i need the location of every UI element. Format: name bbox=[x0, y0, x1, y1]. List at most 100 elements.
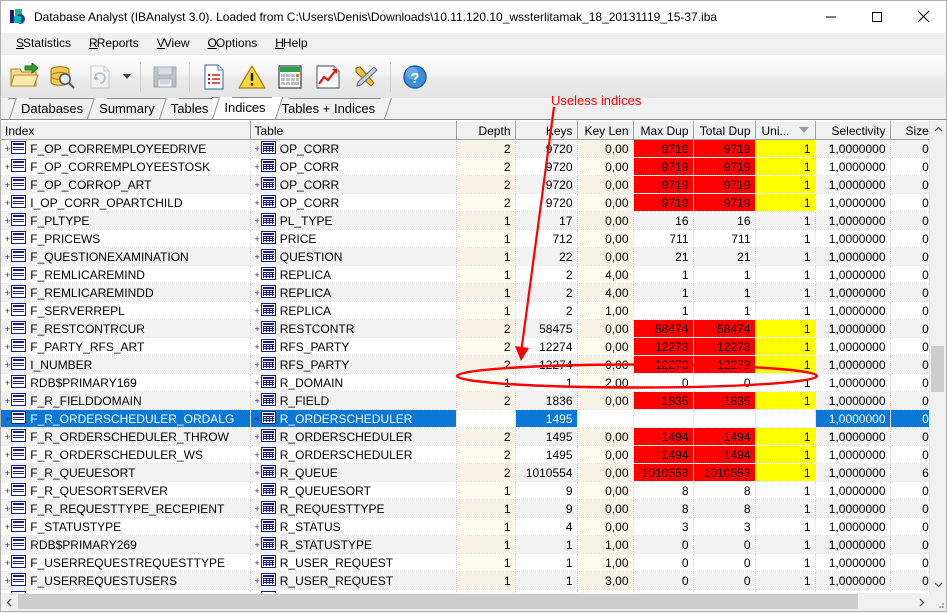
table-row[interactable]: + RDB$PRIMARY269 + R_STATUSTYPE 1 1 1,00 0 0 1 1,0… bbox=[1, 535, 929, 554]
database-search-icon[interactable] bbox=[43, 57, 81, 97]
table-row[interactable]: + F_OP_CORROP_ART + OP_CORR 2 9720 0,00 9719 971… bbox=[1, 175, 929, 194]
table-row[interactable]: + F_R_ORDERSCHEDULER_ORDALG + R_ORDERSCHEDU… bbox=[1, 409, 929, 428]
expand-icon[interactable]: + bbox=[255, 379, 260, 388]
tab-tables-indices[interactable]: Tables + Indices bbox=[269, 98, 385, 119]
tab-summary[interactable]: Summary bbox=[87, 98, 164, 119]
expand-icon[interactable]: + bbox=[255, 235, 260, 244]
col-header-maxdup[interactable]: Max Dup bbox=[633, 121, 694, 140]
expand-icon[interactable]: + bbox=[255, 397, 260, 406]
expand-icon[interactable]: + bbox=[5, 433, 10, 442]
expand-icon[interactable]: + bbox=[5, 325, 10, 334]
menu-options[interactable]: OOptions bbox=[199, 34, 267, 53]
tab-tables[interactable]: Tables bbox=[158, 98, 218, 119]
maximize-button[interactable] bbox=[854, 1, 900, 32]
expand-icon[interactable]: + bbox=[5, 397, 10, 406]
expand-icon[interactable]: + bbox=[255, 451, 260, 460]
expand-icon[interactable]: + bbox=[255, 505, 260, 514]
expand-icon[interactable]: + bbox=[255, 577, 260, 586]
resize-grip[interactable] bbox=[930, 593, 946, 611]
expand-icon[interactable]: + bbox=[5, 523, 10, 532]
horizontal-scrollbar[interactable] bbox=[1, 593, 946, 611]
vertical-scroll-thumb[interactable] bbox=[931, 346, 944, 392]
expand-icon[interactable]: + bbox=[5, 145, 10, 154]
table-row[interactable]: + F_R_QUESORTSERVER + R_QUEUESORT 1 9 0,00 8 8 1 1… bbox=[1, 481, 929, 500]
scroll-left-button[interactable] bbox=[1, 593, 18, 611]
expand-icon[interactable]: + bbox=[5, 199, 10, 208]
col-header-index[interactable]: Index bbox=[1, 121, 251, 140]
expand-icon[interactable]: + bbox=[255, 343, 260, 352]
grid-viewport[interactable]: Index Table Depth Keys Key Len Max Dup T… bbox=[1, 121, 929, 593]
table-row[interactable]: + F_R_ORDERSCHEDULER_THROW + R_ORDERSCHEDUL… bbox=[1, 427, 929, 446]
expand-icon[interactable]: + bbox=[5, 235, 10, 244]
expand-icon[interactable]: + bbox=[5, 307, 10, 316]
table-row[interactable]: + I_NUMBER + RFS_PARTY 2 12274 0,00 12273 12273 1… bbox=[1, 355, 929, 374]
scroll-right-button[interactable] bbox=[913, 593, 930, 611]
expand-icon[interactable]: + bbox=[5, 163, 10, 172]
expand-icon[interactable]: + bbox=[255, 523, 260, 532]
menu-reports[interactable]: RReports bbox=[80, 34, 148, 53]
help-icon[interactable]: ? bbox=[396, 57, 434, 97]
expand-icon[interactable]: + bbox=[255, 541, 260, 550]
tab-indices[interactable]: Indices bbox=[212, 97, 275, 119]
table-row[interactable]: + F_REMLICAREMIND + REPLICA 1 2 4,00 1 1 1 1,00000… bbox=[1, 265, 929, 284]
expand-icon[interactable]: + bbox=[5, 451, 10, 460]
expand-icon[interactable]: + bbox=[255, 271, 260, 280]
expand-icon[interactable]: + bbox=[255, 415, 260, 424]
col-header-table[interactable]: Table bbox=[250, 121, 457, 140]
expand-icon[interactable]: + bbox=[255, 253, 260, 262]
table-row[interactable]: + F_RESTCONTRCUR + RESTCONTR 2 58475 0,00 58474… bbox=[1, 319, 929, 338]
col-header-selectivity[interactable]: Selectivity bbox=[815, 121, 891, 140]
table-row[interactable]: + F_PLTYPE + PL_TYPE 1 17 0,00 16 16 1 1,0000000 0,… bbox=[1, 211, 929, 230]
close-button[interactable] bbox=[900, 1, 946, 32]
expand-icon[interactable]: + bbox=[5, 253, 10, 262]
table-row[interactable]: + F_R_FIELDDOMAIN + R_FIELD 2 1836 0,00 1835 183… bbox=[1, 391, 929, 410]
table-row[interactable]: + F_USERREQUESTREQUESTTYPE + R_USER_REQUEST… bbox=[1, 553, 929, 572]
expand-icon[interactable]: + bbox=[5, 343, 10, 352]
expand-icon[interactable]: + bbox=[255, 361, 260, 370]
expand-icon[interactable]: + bbox=[255, 433, 260, 442]
horizontal-scroll-track[interactable] bbox=[18, 593, 913, 611]
table-row[interactable]: + F_PARTY_RFS_ART + RFS_PARTY 2 12274 0,00 1227… bbox=[1, 337, 929, 356]
col-header-unique[interactable]: Uni... bbox=[755, 121, 816, 140]
horizontal-scroll-thumb[interactable] bbox=[18, 594, 858, 609]
menu-statistics[interactable]: SStatistics bbox=[7, 34, 80, 53]
open-folder-icon[interactable] bbox=[5, 57, 43, 97]
menu-view[interactable]: VView bbox=[148, 34, 199, 53]
expand-icon[interactable]: + bbox=[5, 487, 10, 496]
table-row[interactable]: + F_R_REQUESTTYPE_RECEPIENT + R_REQUESTTYPE… bbox=[1, 499, 929, 518]
vertical-scroll-track[interactable] bbox=[930, 138, 946, 576]
col-header-keylen[interactable]: Key Len bbox=[577, 121, 634, 140]
expand-icon[interactable]: + bbox=[5, 379, 10, 388]
dropdown-caret-icon[interactable] bbox=[119, 57, 135, 97]
spreadsheet-icon[interactable] bbox=[271, 57, 309, 97]
scroll-down-button[interactable] bbox=[930, 576, 946, 593]
scroll-up-button[interactable] bbox=[930, 121, 946, 138]
expand-icon[interactable]: + bbox=[255, 163, 260, 172]
expand-icon[interactable]: + bbox=[5, 415, 10, 424]
table-row[interactable]: + I_OP_CORR_OPARTCHILD + OP_CORR 2 9720 0,00 97… bbox=[1, 193, 929, 212]
expand-icon[interactable]: + bbox=[255, 145, 260, 154]
vertical-scrollbar[interactable] bbox=[929, 121, 946, 593]
report-icon[interactable] bbox=[195, 57, 233, 97]
table-row[interactable]: + F_R_ORDERSCHEDULER_WS + R_ORDERSCHEDULER 2… bbox=[1, 445, 929, 464]
table-row[interactable]: + F_R_QUEUESORT + R_QUEUE 2 1010554 0,00 101055… bbox=[1, 463, 929, 482]
expand-icon[interactable]: + bbox=[5, 559, 10, 568]
expand-icon[interactable]: + bbox=[255, 217, 260, 226]
table-row[interactable]: + F_OP_CORREMPLOYEESTOSK + OP_CORR 2 9720 0,00… bbox=[1, 157, 929, 176]
expand-icon[interactable]: + bbox=[255, 487, 260, 496]
minimize-button[interactable] bbox=[808, 1, 854, 32]
table-row[interactable]: + F_PRICEWS + PRICE 1 712 0,00 711 711 1 1,0000000… bbox=[1, 229, 929, 248]
table-row[interactable]: + F_STATUSTYPE + R_STATUS 1 4 0,00 3 3 1 1,0000000… bbox=[1, 517, 929, 536]
expand-icon[interactable]: + bbox=[5, 361, 10, 370]
chart-icon[interactable] bbox=[309, 57, 347, 97]
warning-icon[interactable] bbox=[233, 57, 271, 97]
tools-icon[interactable] bbox=[347, 57, 385, 97]
menu-help[interactable]: HHelp bbox=[266, 34, 316, 53]
table-row[interactable]: + F_QUESTIONEXAMINATION + QUESTION 1 22 0,00 21… bbox=[1, 247, 929, 266]
expand-icon[interactable]: + bbox=[255, 289, 260, 298]
table-row[interactable]: + F_SERVERREPL + REPLICA 1 2 1,00 1 1 1 1,0000000 0… bbox=[1, 301, 929, 320]
tab-databases[interactable]: Databases bbox=[9, 98, 93, 119]
table-row[interactable]: + F_USERREQUESTUSERS + R_USER_REQUEST 1 1 3,00… bbox=[1, 571, 929, 590]
expand-icon[interactable]: + bbox=[5, 505, 10, 514]
expand-icon[interactable]: + bbox=[255, 325, 260, 334]
